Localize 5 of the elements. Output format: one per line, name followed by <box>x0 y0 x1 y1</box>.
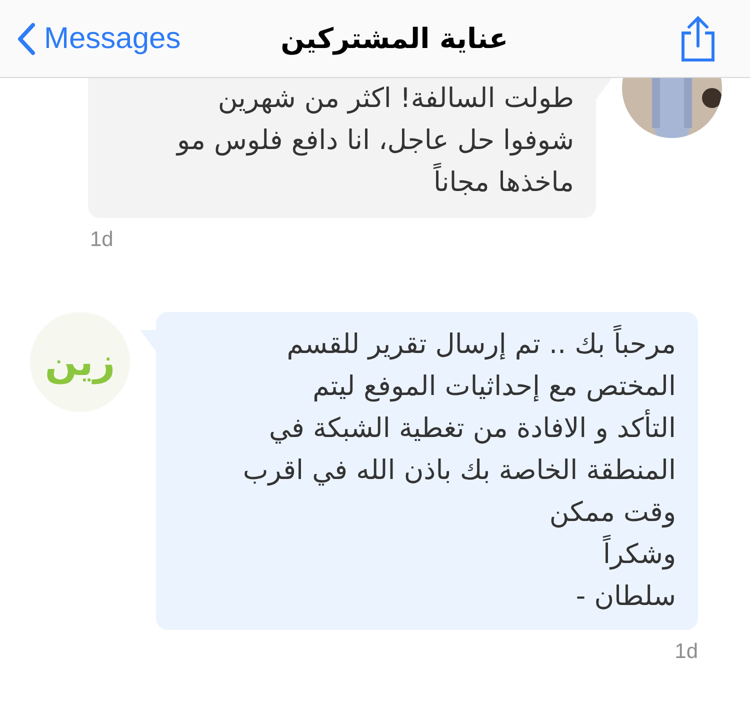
message-time: 1d <box>674 640 699 664</box>
back-button[interactable]: Messages <box>16 22 181 56</box>
message-time: 1d <box>89 228 114 252</box>
logo: زين <box>30 312 130 412</box>
conversation-title: عناية المشتركين <box>280 22 508 55</box>
